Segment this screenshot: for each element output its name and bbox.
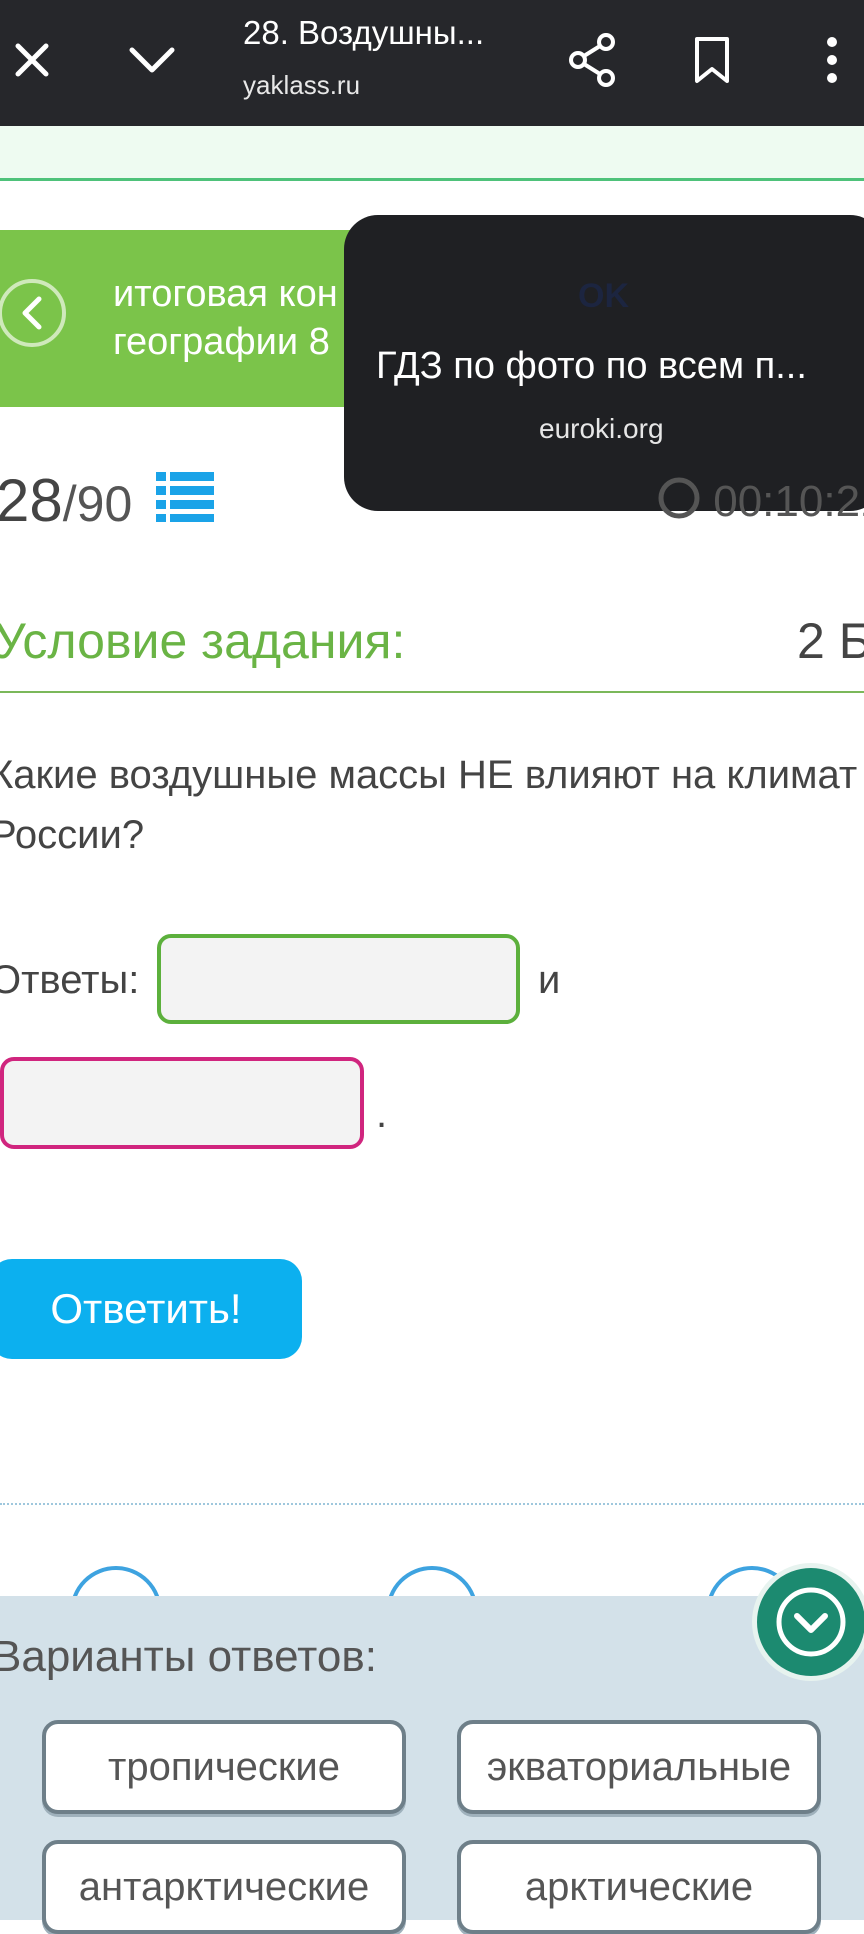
popup-logo: OK [578,277,629,315]
answers-label: Ответы: [0,958,140,1002]
collapse-button[interactable] [752,1563,864,1681]
answer-variants-panel: Варианты ответов: тропические экваториал… [0,1596,864,1934]
points-badge: 2 Б [797,613,864,669]
conjunction-text: и [538,958,561,1002]
submit-answer-button[interactable]: Ответить! [0,1259,302,1359]
clock-icon [658,477,700,519]
period-text: . [376,1092,388,1136]
timer: 00:10:21 [657,476,864,527]
answer-drop-field-1[interactable] [157,934,520,1024]
page-url: yaklass.ru [243,70,361,100]
banner-title: итоговая кон географии 8 [113,273,338,363]
answer-drop-field-2[interactable] [0,1057,364,1149]
current-question: 28 [0,467,63,534]
back-arrow-icon[interactable] [0,279,66,347]
list-icon[interactable] [156,470,214,527]
popup-title: ГДЗ по фото по всем п... [376,345,807,387]
condition-heading: Условие задания: [0,613,406,669]
browser-toolbar: 28. Воздушны... yaklass.ru [0,0,864,126]
bookmark-icon[interactable] [672,20,752,100]
link-preview-popup[interactable]: OK ГДЗ по фото по всем п... euroki.org [344,215,864,511]
more-vert-icon[interactable] [792,20,864,100]
header-strip [0,126,864,181]
question-counter: 28/90 [0,466,132,535]
dotted-divider [0,1503,864,1505]
page-title: 28. Воздушны... [243,14,485,51]
chevron-down-icon[interactable] [112,20,192,100]
popup-url: euroki.org [539,413,664,444]
total-questions: /90 [62,476,133,532]
variant-chip-1[interactable]: тропические [42,1720,406,1814]
variant-chip-2[interactable]: экваториальные [457,1720,821,1814]
close-icon[interactable] [0,20,72,100]
question-text: Какие воздушные массы НЕ влияют на клима… [0,753,858,857]
chevron-down-circle-icon [776,1587,846,1657]
divider [0,691,864,693]
share-icon[interactable] [552,20,632,100]
variants-title: Варианты ответов: [0,1632,377,1681]
